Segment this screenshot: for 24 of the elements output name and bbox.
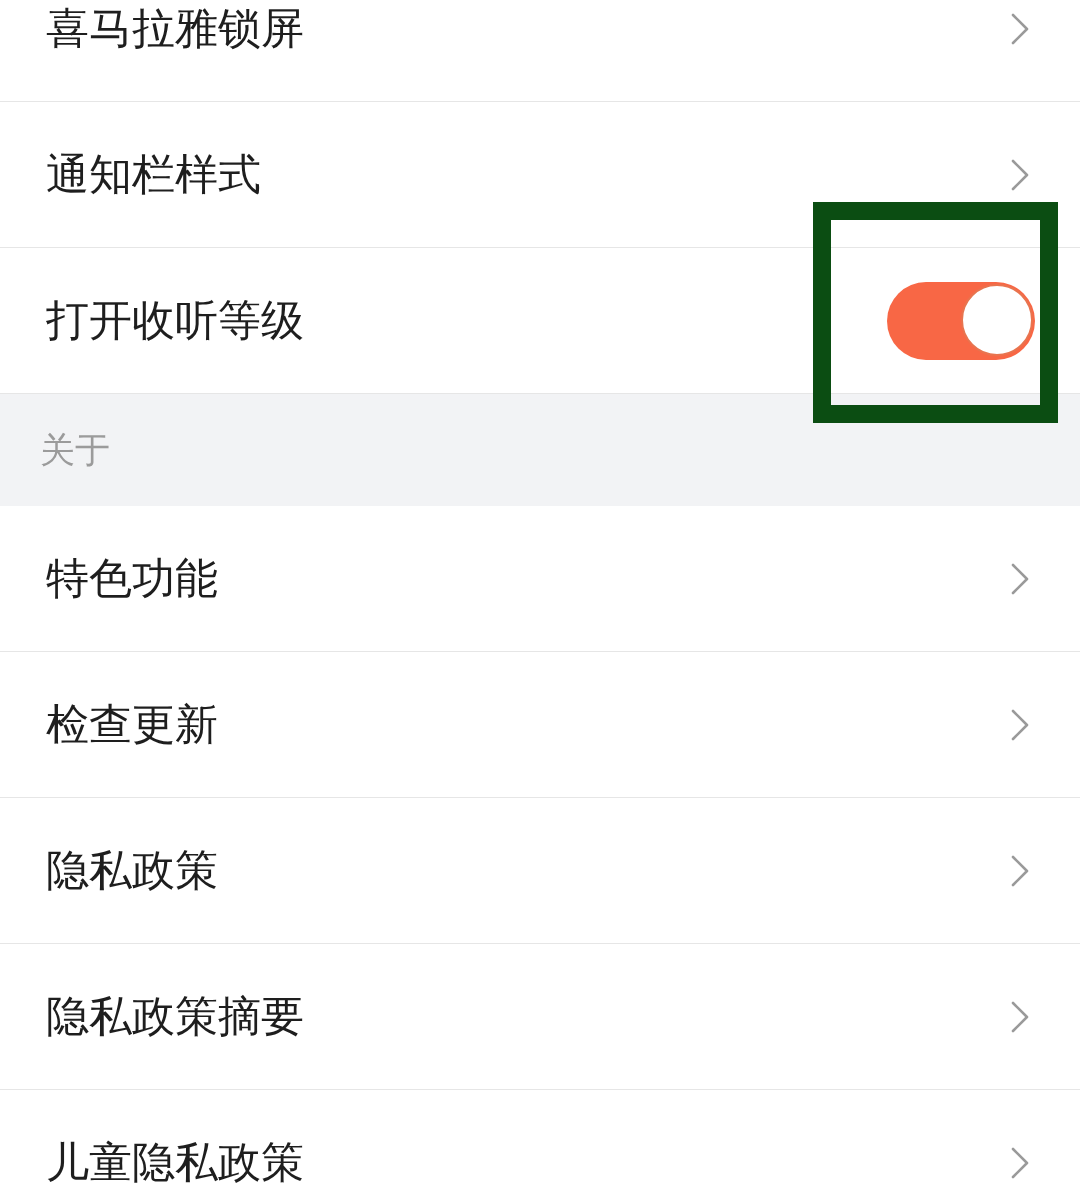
chevron-icon bbox=[1010, 999, 1030, 1034]
row-label: 喜马拉雅锁屏 bbox=[46, 1, 304, 55]
row-label: 检查更新 bbox=[46, 697, 218, 751]
settings-row[interactable]: 特色功能 bbox=[0, 506, 1080, 652]
chevron-icon bbox=[1010, 157, 1030, 192]
chevron-icon bbox=[1010, 853, 1030, 888]
row-label: 特色功能 bbox=[46, 551, 218, 605]
row-label: 儿童隐私政策 bbox=[46, 1135, 304, 1189]
settings-row[interactable]: 检查更新 bbox=[0, 652, 1080, 798]
chevron-icon bbox=[1010, 1145, 1030, 1180]
settings-row[interactable]: 隐私政策摘要 bbox=[0, 944, 1080, 1090]
settings-row[interactable]: 喜马拉雅锁屏 bbox=[0, 0, 1080, 102]
chevron-icon bbox=[1010, 11, 1030, 46]
section-header: 关于 bbox=[40, 428, 110, 472]
settings-row[interactable]: 隐私政策 bbox=[0, 798, 1080, 944]
row-label: 打开收听等级 bbox=[46, 293, 304, 347]
chevron-icon bbox=[1010, 561, 1030, 596]
row-label: 隐私政策 bbox=[46, 843, 218, 897]
row-label: 隐私政策摘要 bbox=[46, 989, 304, 1043]
row-label: 通知栏样式 bbox=[46, 147, 261, 201]
settings-row[interactable]: 儿童隐私政策 bbox=[0, 1090, 1080, 1191]
settings-row[interactable]: 打开收听等级 bbox=[0, 248, 1080, 394]
settings-row[interactable]: 通知栏样式 bbox=[0, 102, 1080, 248]
chevron-icon bbox=[1010, 707, 1030, 742]
